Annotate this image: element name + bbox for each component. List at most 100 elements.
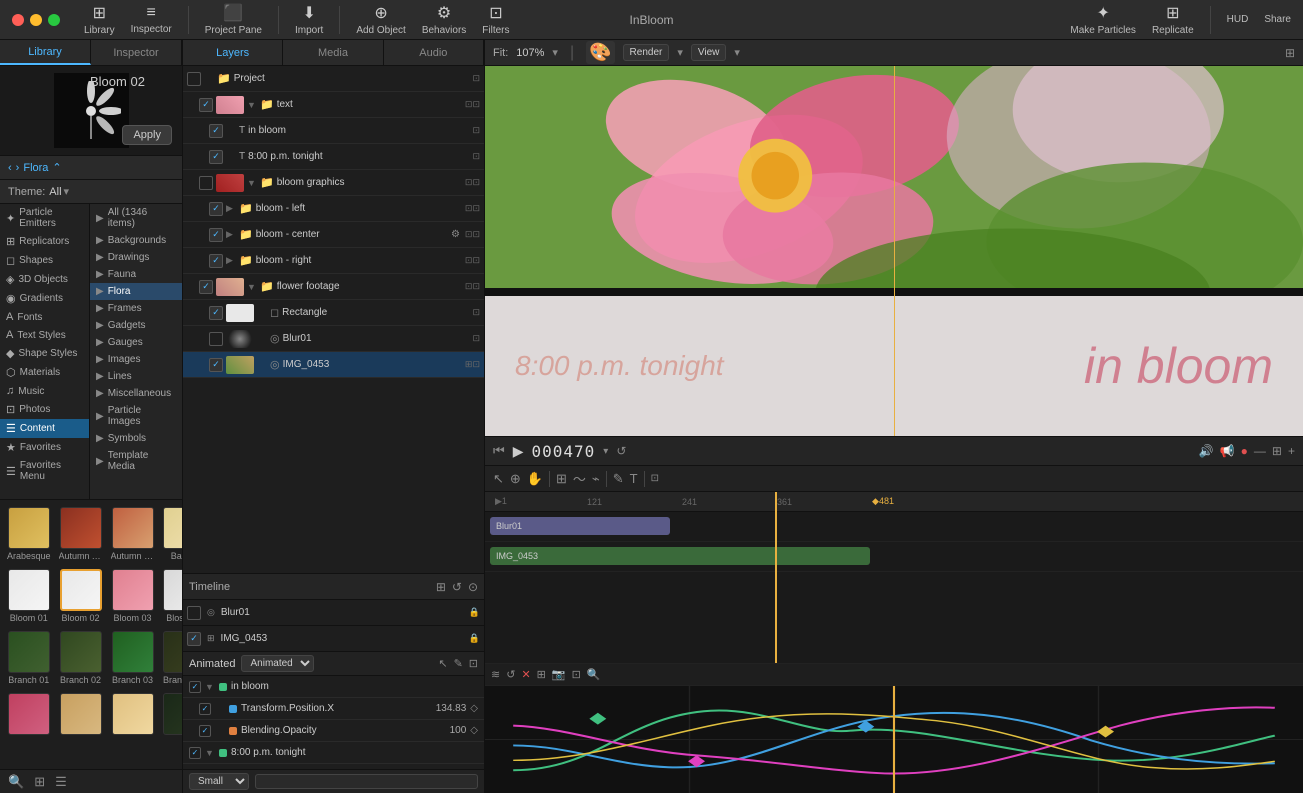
timeline-fit-icon[interactable]: ⊞ bbox=[1272, 444, 1282, 458]
layer-project[interactable]: 📁 Project ⊡ bbox=[183, 66, 484, 92]
fit-dropdown-icon[interactable]: ▾ bbox=[552, 46, 558, 59]
sidebar-item-favorites[interactable]: ★ Favorites bbox=[0, 438, 89, 457]
subcat-backgrounds[interactable]: ▶ Backgrounds bbox=[90, 232, 182, 249]
timeline-grid-icon[interactable]: ⊞ bbox=[436, 580, 446, 594]
viewport-grid-icon[interactable]: ⊞ bbox=[1285, 46, 1295, 60]
param-in-bloom-check[interactable]: ✓ bbox=[189, 681, 201, 693]
subcat-gauges[interactable]: ▶ Gauges bbox=[90, 334, 182, 351]
apply-button[interactable]: Apply bbox=[122, 125, 172, 145]
snapping-icon[interactable]: ⌁ bbox=[592, 471, 600, 487]
library-button[interactable]: ⊞ Library bbox=[84, 3, 115, 36]
sidebar-item-text-styles[interactable]: A Text Styles bbox=[0, 326, 89, 344]
project-pane-button[interactable]: ⬛ Project Pane bbox=[205, 3, 262, 36]
add-object-button[interactable]: ⊕ Add Object bbox=[356, 3, 405, 36]
thumb-barley[interactable]: Barley bbox=[160, 504, 182, 564]
theme-dropdown-icon[interactable]: ▾ bbox=[64, 185, 70, 198]
replicate-button[interactable]: ⊞ Replicate bbox=[1152, 3, 1194, 36]
animated-select[interactable]: Animated All bbox=[241, 655, 314, 672]
play-icon[interactable]: ▶ bbox=[513, 443, 524, 460]
tab-layers[interactable]: Layers bbox=[183, 40, 283, 65]
inspector-button[interactable]: ≡ Inspector bbox=[131, 4, 172, 35]
zoom-icon[interactable]: + bbox=[1288, 444, 1295, 458]
share-button[interactable]: Share bbox=[1264, 14, 1291, 25]
sidebar-item-gradients[interactable]: ◉ Gradients bbox=[0, 289, 89, 308]
curve-tool-icon[interactable]: 〜 bbox=[573, 469, 586, 488]
make-particles-button[interactable]: ✦ Make Particles bbox=[1070, 3, 1136, 36]
subcat-images[interactable]: ▶ Images bbox=[90, 351, 182, 368]
behaviors-button[interactable]: ⚙ Behaviors bbox=[422, 3, 466, 36]
subcat-gadgets[interactable]: ▶ Gadgets bbox=[90, 317, 182, 334]
curve-loop-icon[interactable]: ↺ bbox=[506, 668, 515, 681]
pen-tool-icon[interactable]: ✎ bbox=[613, 471, 624, 487]
thumb-bloom-02[interactable]: Bloom 02 bbox=[56, 566, 106, 626]
import-button[interactable]: ⬇ Import bbox=[295, 3, 323, 36]
hud-button[interactable]: HUD bbox=[1227, 14, 1249, 25]
sidebar-item-shapes[interactable]: ◻ Shapes bbox=[0, 251, 89, 270]
breadcrumb-back[interactable]: ‹ bbox=[8, 162, 12, 174]
search-icon[interactable]: 🔍 bbox=[8, 774, 24, 790]
param-transform-x-check[interactable]: ✓ bbox=[199, 703, 211, 715]
subcat-frames[interactable]: ▶ Frames bbox=[90, 300, 182, 317]
subcat-drawings[interactable]: ▶ Drawings bbox=[90, 249, 182, 266]
thumb-branch-02[interactable]: Branch 02 bbox=[56, 628, 106, 688]
zoom-out-icon[interactable]: — bbox=[1254, 444, 1266, 458]
timecode-dropdown-icon[interactable]: ▾ bbox=[603, 446, 608, 457]
img0453-track-check[interactable]: ✓ bbox=[187, 632, 201, 646]
thumb-autumn-aspen[interactable]: Autumn Aspen bbox=[56, 504, 106, 564]
render-dropdown-icon[interactable]: ▾ bbox=[677, 46, 683, 59]
maximize-button[interactable] bbox=[48, 14, 60, 26]
subcat-fauna[interactable]: ▶ Fauna bbox=[90, 266, 182, 283]
view-button[interactable]: View bbox=[691, 44, 727, 61]
param-transform-x-keyframe[interactable]: ◇ bbox=[470, 703, 478, 714]
thumb-arabesque[interactable]: Arabesque bbox=[4, 504, 54, 564]
thumb-bloom-03[interactable]: Bloom 03 bbox=[108, 566, 158, 626]
sidebar-item-materials[interactable]: ⬡ Materials bbox=[0, 363, 89, 382]
subcat-flora[interactable]: ▶ Flora bbox=[90, 283, 182, 300]
thumb-item-15[interactable] bbox=[108, 690, 158, 740]
anim-pen-icon[interactable]: ✎ bbox=[454, 657, 463, 670]
tab-media[interactable]: Media bbox=[283, 40, 383, 65]
thumb-branch-01[interactable]: Branch 01 bbox=[4, 628, 54, 688]
layer-flower-footage[interactable]: ✓ ▼ 📁 flower footage ⊡⊡ bbox=[183, 274, 484, 300]
go-start-icon[interactable]: ⏮ bbox=[493, 443, 505, 459]
breadcrumb-forward[interactable]: › bbox=[16, 162, 20, 174]
layer-img-0453[interactable]: ✓ ◎ IMG_0453 ⊞⊡ bbox=[183, 352, 484, 378]
size-select[interactable]: Small Medium Large bbox=[189, 773, 249, 790]
sidebar-item-content[interactable]: ☰ Content bbox=[0, 419, 89, 438]
layer-bloom-center[interactable]: ✓ ▶ 📁 bloom - center ⚙ ⊡⊡ bbox=[183, 222, 484, 248]
thumb-bloom-01[interactable]: Bloom 01 bbox=[4, 566, 54, 626]
layer-text-check[interactable]: ✓ bbox=[199, 98, 213, 112]
layer-bloom-left[interactable]: ✓ ▶ 📁 bloom - left ⊡⊡ bbox=[183, 196, 484, 222]
thumb-branch-04[interactable]: Branch 04 bbox=[160, 628, 182, 688]
layer-bloom-graphics[interactable]: ▼ 📁 bloom graphics ⊡⊡ bbox=[183, 170, 484, 196]
sidebar-item-favorites-menu[interactable]: ☰ Favorites Menu bbox=[0, 457, 89, 485]
anim-select-icon[interactable]: ↖ bbox=[438, 657, 447, 670]
thumb-branch-03[interactable]: Branch 03 bbox=[108, 628, 158, 688]
param-tonight-header[interactable]: ✓ ▼ 8:00 p.m. tonight bbox=[183, 742, 484, 764]
img0453-track-lock-icon[interactable]: 🔒 bbox=[469, 633, 480, 644]
layer-blur01[interactable]: ◎ Blur01 ⊡ bbox=[183, 326, 484, 352]
subcat-all[interactable]: ▶ All (1346 items) bbox=[90, 204, 182, 232]
sidebar-item-3d-objects[interactable]: ◈ 3D Objects bbox=[0, 270, 89, 289]
blur01-track-lock-icon[interactable]: 🔒 bbox=[469, 607, 480, 618]
transform-tool-icon[interactable]: ⊕ bbox=[510, 471, 521, 487]
param-blending-keyframe[interactable]: ◇ bbox=[470, 725, 478, 736]
curve-delete-icon[interactable]: ✕ bbox=[521, 668, 530, 681]
timeline-search-input[interactable] bbox=[255, 774, 478, 789]
param-tonight-check[interactable]: ✓ bbox=[189, 747, 201, 759]
subcat-miscellaneous[interactable]: ▶ Miscellaneous bbox=[90, 385, 182, 402]
loop-icon[interactable]: ↺ bbox=[616, 444, 626, 458]
subcat-lines[interactable]: ▶ Lines bbox=[90, 368, 182, 385]
layer-flower-footage-check[interactable]: ✓ bbox=[199, 280, 213, 294]
curve-camera-icon[interactable]: 📷 bbox=[552, 668, 566, 681]
color-panel-icon[interactable]: 🎨 bbox=[586, 41, 614, 64]
minimize-button[interactable] bbox=[30, 14, 42, 26]
layer-bloom-left-check[interactable]: ✓ bbox=[209, 202, 223, 216]
tab-audio[interactable]: Audio bbox=[384, 40, 484, 65]
layer-bloom-right-check[interactable]: ✓ bbox=[209, 254, 223, 268]
sidebar-item-music[interactable]: ♫ Music bbox=[0, 382, 89, 400]
thumb-item-16[interactable] bbox=[160, 690, 182, 740]
record-icon[interactable]: ● bbox=[1241, 444, 1248, 458]
list-view-icon[interactable]: ☰ bbox=[55, 774, 67, 790]
layer-blur01-check[interactable] bbox=[209, 332, 223, 346]
